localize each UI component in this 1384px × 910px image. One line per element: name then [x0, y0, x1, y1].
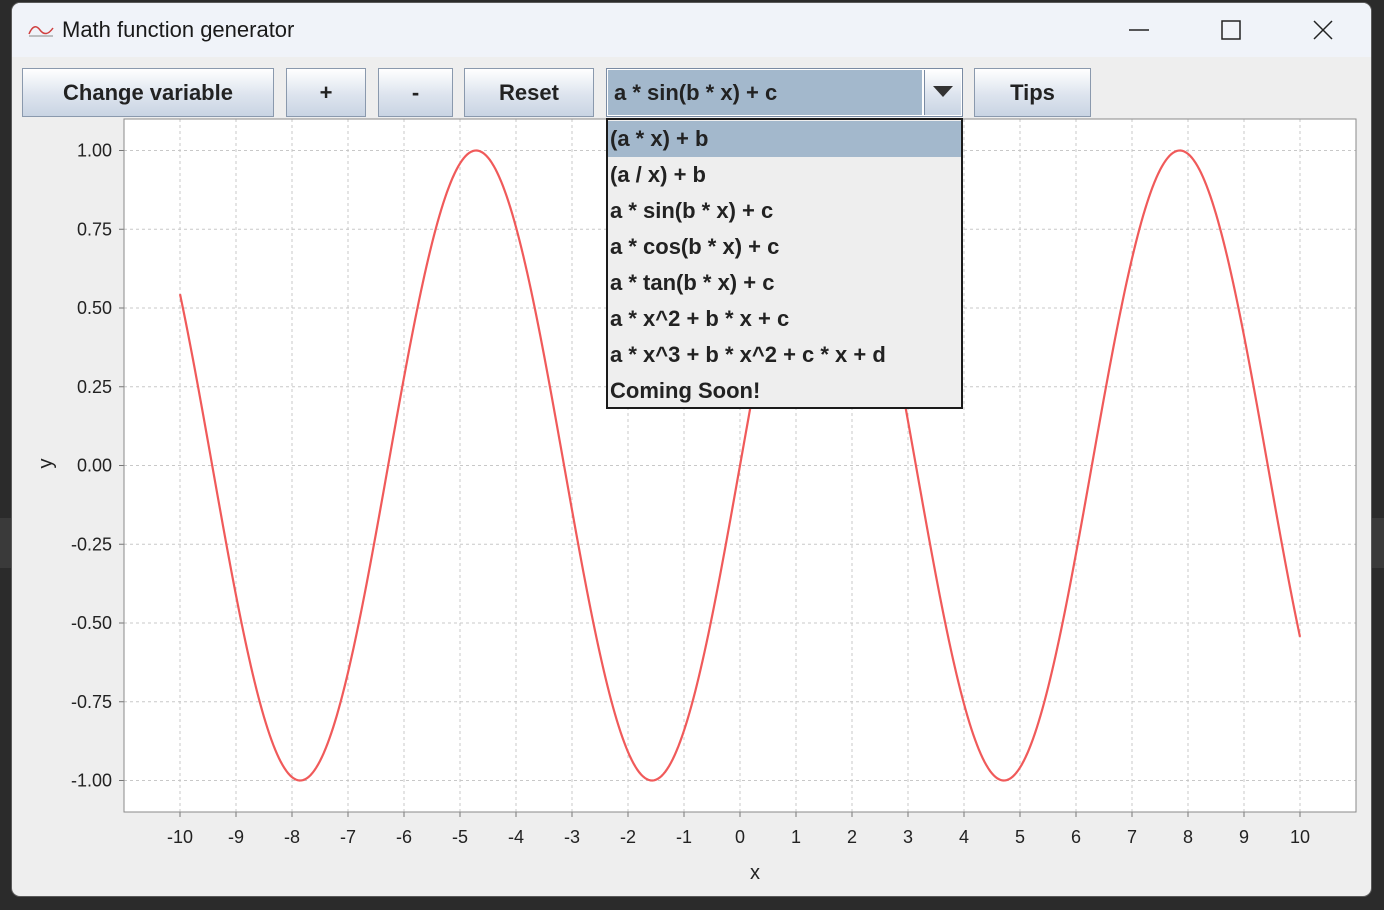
- app-icon: [28, 26, 54, 37]
- tips-button[interactable]: Tips: [974, 68, 1091, 117]
- x-tick-label: -1: [676, 827, 692, 847]
- dropdown-option[interactable]: (a / x) + b: [608, 157, 961, 193]
- x-tick-label: -4: [508, 827, 524, 847]
- minus-button[interactable]: -: [378, 68, 453, 117]
- dropdown-option[interactable]: Coming Soon!: [608, 373, 961, 409]
- dropdown-option[interactable]: a * x^3 + b * x^2 + c * x + d: [608, 337, 961, 373]
- y-tick-label: -0.50: [71, 613, 112, 633]
- maximize-icon: [1221, 20, 1241, 40]
- x-tick-label: 7: [1127, 827, 1137, 847]
- x-tick-label: 1: [791, 827, 801, 847]
- y-tick-label: 0.75: [77, 219, 112, 239]
- plus-button[interactable]: +: [286, 68, 366, 117]
- y-tick-label: -0.25: [71, 534, 112, 554]
- minimize-icon: [1129, 29, 1149, 31]
- x-tick-label: -6: [396, 827, 412, 847]
- desktop-background-right: [1370, 518, 1384, 568]
- x-tick-label: 5: [1015, 827, 1025, 847]
- y-tick-label: -1.00: [71, 771, 112, 791]
- change-variable-button[interactable]: Change variable: [22, 68, 274, 117]
- dropdown-option[interactable]: a * x^2 + b * x + c: [608, 301, 961, 337]
- x-tick-label: 8: [1183, 827, 1193, 847]
- app-window: Math function generator Change variable …: [12, 3, 1371, 896]
- function-select[interactable]: a * sin(b * x) + c: [606, 68, 963, 117]
- y-tick-label: -0.75: [71, 692, 112, 712]
- window-title: Math function generator: [62, 17, 295, 42]
- x-tick-label: -10: [167, 827, 193, 847]
- function-dropdown-list[interactable]: (a * x) + b (a / x) + ba * sin(b * x) + c…: [606, 118, 963, 409]
- y-tick-label: 0.50: [77, 298, 112, 318]
- dropdown-option[interactable]: a * cos(b * x) + c: [608, 229, 961, 265]
- function-select-value: a * sin(b * x) + c: [608, 70, 922, 115]
- close-button[interactable]: [1277, 3, 1369, 57]
- x-tick-label: -9: [228, 827, 244, 847]
- x-tick-label: 9: [1239, 827, 1249, 847]
- y-tick-label: 0.25: [77, 377, 112, 397]
- function-select-arrow[interactable]: [924, 70, 961, 115]
- x-tick-label: -3: [564, 827, 580, 847]
- reset-button[interactable]: Reset: [464, 68, 594, 117]
- minimize-button[interactable]: [1093, 3, 1185, 57]
- x-tick-label: 0: [735, 827, 745, 847]
- dropdown-option[interactable]: (a * x) + b: [608, 121, 961, 157]
- y-axis-label: y: [35, 459, 57, 469]
- x-tick-label: 4: [959, 827, 969, 847]
- x-tick-label: 10: [1290, 827, 1310, 847]
- y-tick-label: 0.00: [77, 456, 112, 476]
- y-tick-label: 1.00: [77, 141, 112, 161]
- close-icon: [1313, 20, 1333, 40]
- title-bar[interactable]: Math function generator: [12, 3, 1371, 57]
- chevron-down-icon: [933, 86, 953, 97]
- x-tick-label: 6: [1071, 827, 1081, 847]
- dropdown-option[interactable]: a * sin(b * x) + c: [608, 193, 961, 229]
- x-tick-label: -7: [340, 827, 356, 847]
- maximize-button[interactable]: [1185, 3, 1277, 57]
- x-tick-label: -5: [452, 827, 468, 847]
- x-tick-label: -8: [284, 827, 300, 847]
- dropdown-option[interactable]: a * tan(b * x) + c: [608, 265, 961, 301]
- x-axis-label: x: [750, 862, 760, 884]
- x-tick-label: -2: [620, 827, 636, 847]
- x-tick-label: 2: [847, 827, 857, 847]
- x-tick-label: 3: [903, 827, 913, 847]
